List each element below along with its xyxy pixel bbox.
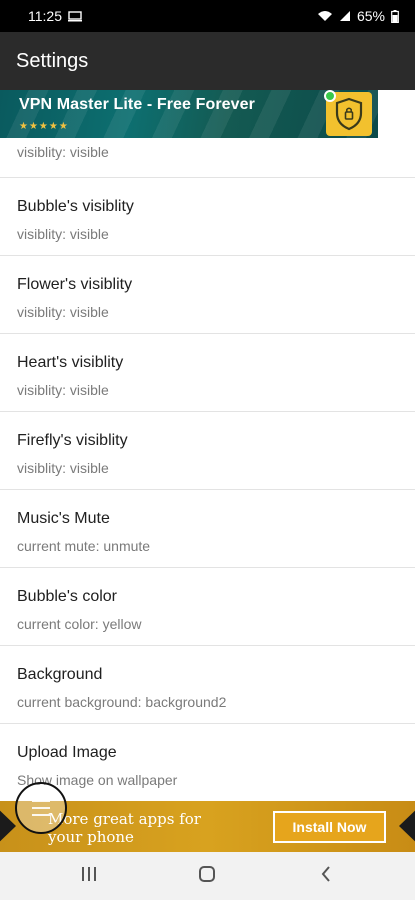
setting-hearts-visibility[interactable]: Heart's visiblity visiblity: visible <box>0 334 415 412</box>
setting-bubbles-visibility[interactable]: Bubble's visiblity visiblity: visible <box>0 178 415 256</box>
list-item-subtitle: visiblity: visible <box>17 304 109 320</box>
floating-menu-button[interactable] <box>15 782 67 834</box>
list-item-subtitle: current color: yellow <box>17 616 142 632</box>
status-right: 65% <box>317 8 399 24</box>
list-item-partial[interactable]: visiblity: visible <box>0 138 415 178</box>
setting-fireflys-visibility[interactable]: Firefly's visiblity visiblity: visible <box>0 412 415 490</box>
list-item-title: Firefly's visiblity <box>17 432 128 449</box>
setting-background[interactable]: Background current background: backgroun… <box>0 646 415 724</box>
wifi-icon <box>317 10 333 22</box>
app-bar: Settings <box>0 32 415 90</box>
list-item-title: Background <box>17 666 103 683</box>
list-item-title: Upload Image <box>17 744 117 761</box>
list-item-title: Bubble's color <box>17 588 117 605</box>
list-item-subtitle: visiblity: visible <box>17 460 109 476</box>
list-item-title: Flower's visiblity <box>17 276 133 293</box>
notification-dot <box>324 90 336 102</box>
settings-list: visiblity: visible Bubble's visiblity vi… <box>0 138 415 802</box>
list-item-title: Bubble's visiblity <box>17 198 134 215</box>
menu-icon <box>32 800 50 802</box>
status-left: 11:25 <box>28 8 82 24</box>
list-item-subtitle: visiblity: visible <box>17 144 109 160</box>
system-nav-bar <box>0 852 415 900</box>
list-item-subtitle: current background: background2 <box>17 694 227 710</box>
back-button[interactable] <box>296 856 356 896</box>
ad-decoration-left <box>0 801 16 851</box>
setting-music-mute[interactable]: Music's Mute current mute: unmute <box>0 490 415 568</box>
battery-icon <box>391 9 399 23</box>
list-item-subtitle: visiblity: visible <box>17 382 109 398</box>
page-title: Settings <box>16 49 89 72</box>
menu-icon-line <box>32 814 50 816</box>
rating-stars: ★★★★★ <box>19 121 69 132</box>
clock: 11:25 <box>28 8 62 24</box>
signal-icon <box>339 10 351 22</box>
setting-bubbles-color[interactable]: Bubble's color current color: yellow <box>0 568 415 646</box>
home-button[interactable] <box>177 856 237 896</box>
ad-banner-vpn[interactable]: VPN Master Lite - Free Forever ★★★★★ <box>0 90 378 138</box>
list-item-subtitle: visiblity: visible <box>17 226 109 242</box>
list-item-title: Music's Mute <box>17 510 110 527</box>
install-now-button[interactable]: Install Now <box>273 811 386 843</box>
recent-apps-icon <box>80 866 98 887</box>
setting-upload-image[interactable]: Upload Image Show image on wallpaper <box>0 724 415 802</box>
ad-banner-text: More great apps for your phone <box>48 810 201 846</box>
setting-flowers-visibility[interactable]: Flower's visiblity visiblity: visible <box>0 256 415 334</box>
list-item-title: Heart's visiblity <box>17 354 124 371</box>
battery-percent: 65% <box>356 8 385 24</box>
ad-decoration-right <box>399 801 415 851</box>
recent-apps-button[interactable] <box>59 856 119 896</box>
menu-icon-line <box>32 807 50 809</box>
ad-banner-title: VPN Master Lite - Free Forever <box>19 96 255 113</box>
screen-record-icon <box>68 10 82 22</box>
home-icon <box>198 865 216 888</box>
back-icon <box>320 865 332 888</box>
status-bar: 11:25 65% <box>0 0 415 32</box>
list-item-subtitle: current mute: unmute <box>17 538 151 554</box>
